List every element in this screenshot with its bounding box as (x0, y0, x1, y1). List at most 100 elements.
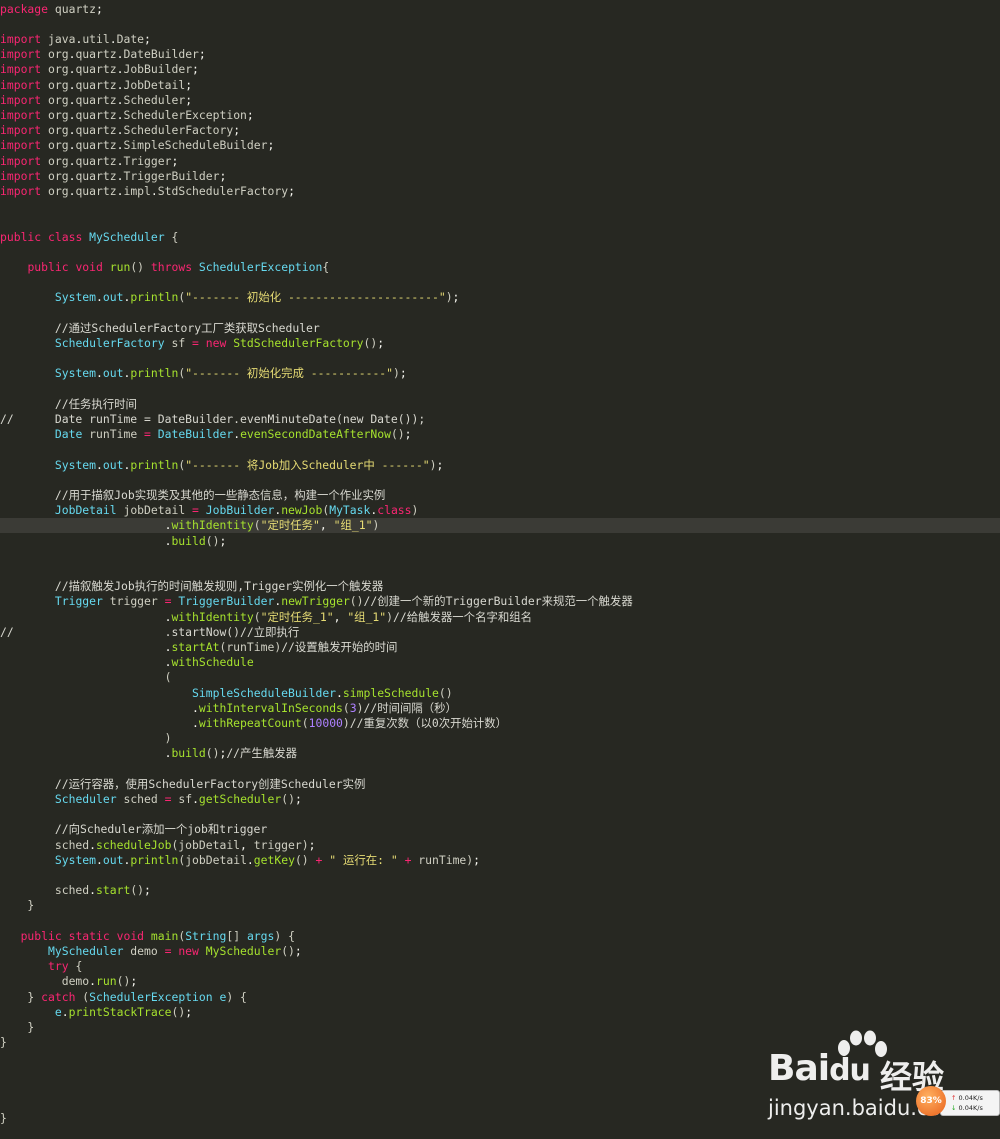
code-line[interactable] (0, 17, 1000, 32)
baidu-jingyan-watermark: Baidu 经验 jingyan.baidu.com (768, 1030, 1000, 1139)
code-token: System (54, 852, 97, 867)
code-token: quartz (75, 168, 117, 183)
code-token: withSchedule (171, 655, 254, 670)
code-line[interactable]: public void run() throws SchedulerExcept… (0, 260, 1000, 275)
code-token: //通过SchedulerFactory工厂类获取Scheduler (54, 320, 320, 335)
code-line[interactable]: //任务执行时间 (0, 397, 1000, 412)
speed-ball[interactable]: 83% (916, 1086, 946, 1116)
code-line[interactable]: // .startNow()//立即执行 (0, 625, 1000, 640)
code-line[interactable]: import java.util.Date; (0, 32, 1000, 47)
code-line[interactable] (0, 214, 1000, 229)
code-editor[interactable]: package quartz; import java.util.Date; imp… (0, 0, 1000, 1139)
code-line[interactable] (0, 868, 1000, 883)
code-token: out (102, 290, 124, 305)
code-line[interactable]: Date runTime = DateBuilder.evenSecondDat… (0, 427, 1000, 442)
code-line[interactable]: System.out.println("------- 初始化 --------… (0, 290, 1000, 305)
code-token: org (41, 168, 69, 183)
code-line[interactable]: ( (0, 670, 1000, 685)
code-token: org (41, 123, 69, 138)
code-token: MyScheduler (89, 229, 165, 244)
code-line[interactable]: JobDetail jobDetail = JobBuilder.newJob(… (0, 503, 1000, 518)
code-token: = (192, 335, 199, 350)
code-line[interactable]: public static void main(String[] args) { (0, 929, 1000, 944)
code-line[interactable]: .withIntervalInSeconds(3)//时间间隔（秒） (0, 701, 1000, 716)
code-line[interactable] (0, 351, 1000, 366)
code-line[interactable]: System.out.println("------- 初始化完成 ------… (0, 366, 1000, 381)
code-line[interactable]: .withIdentity("定时任务", "组_1") (0, 518, 1000, 534)
code-token: //给触发器一个名字和组名 (393, 609, 533, 624)
code-token: Trigger (54, 594, 103, 609)
code-line[interactable]: MyScheduler demo = new MyScheduler(); (0, 944, 1000, 959)
code-line[interactable]: import org.quartz.Scheduler; (0, 93, 1000, 108)
code-line[interactable]: } (0, 898, 1000, 913)
code-line[interactable]: .withSchedule (0, 655, 1000, 670)
code-line[interactable] (0, 382, 1000, 397)
code-line[interactable]: SimpleScheduleBuilder.simpleSchedule() (0, 686, 1000, 701)
code-line[interactable]: import org.quartz.SchedulerFactory; (0, 123, 1000, 138)
code-line[interactable]: import org.quartz.SchedulerException; (0, 108, 1000, 123)
code-token: trigger) (246, 837, 309, 852)
code-token: ; (171, 153, 179, 168)
code-token: () (281, 943, 295, 958)
code-token: TriggerBuilder (178, 594, 275, 609)
code-token: ; (294, 791, 302, 806)
code-line[interactable]: .withRepeatCount(10000)//重复次数（以0次开始计数） (0, 716, 1000, 731)
code-line[interactable]: sched.start(); (0, 883, 1000, 898)
code-line[interactable]: .build();//产生触发器 (0, 746, 1000, 761)
code-line[interactable] (0, 473, 1000, 488)
code-line[interactable]: ) (0, 731, 1000, 746)
code-line[interactable]: import org.quartz.JobDetail; (0, 78, 1000, 93)
code-token: org (41, 47, 69, 62)
code-line[interactable]: .withIdentity("定时任务_1", "组_1")//给触发器一个名字… (0, 610, 1000, 625)
code-line[interactable]: Scheduler sched = sf.getScheduler(); (0, 792, 1000, 807)
code-line[interactable]: .build(); (0, 534, 1000, 549)
code-token: throws (150, 259, 193, 274)
code-line[interactable] (0, 807, 1000, 822)
code-token: System (54, 457, 97, 472)
code-line[interactable]: // Date runTime = DateBuilder.evenMinute… (0, 412, 1000, 427)
code-line[interactable]: //用于描叙Job实现类及其他的一些静态信息，构建一个作业实例 (0, 488, 1000, 503)
code-token: Date (54, 427, 83, 442)
code-line[interactable]: e.printStackTrace(); (0, 1005, 1000, 1020)
code-token: sf (171, 791, 193, 806)
code-line[interactable]: System.out.println("------- 将Job加入Schedu… (0, 458, 1000, 473)
code-token: org (41, 62, 69, 77)
code-line[interactable] (0, 914, 1000, 929)
code-line[interactable]: try { (0, 959, 1000, 974)
code-line[interactable]: import org.quartz.DateBuilder; (0, 47, 1000, 62)
code-line[interactable]: import org.quartz.JobBuilder; (0, 62, 1000, 77)
code-token: ) (429, 457, 437, 472)
code-line[interactable] (0, 275, 1000, 290)
code-line[interactable]: //通过SchedulerFactory工厂类获取Scheduler (0, 321, 1000, 336)
code-line[interactable] (0, 564, 1000, 579)
code-line[interactable]: } catch (SchedulerException e) { (0, 990, 1000, 1005)
code-token: //时间间隔（秒） (363, 700, 457, 715)
code-line[interactable]: public class MyScheduler { (0, 230, 1000, 245)
code-line[interactable]: demo.run(); (0, 974, 1000, 989)
code-line[interactable] (0, 306, 1000, 321)
code-line[interactable] (0, 199, 1000, 214)
code-line[interactable]: //向Scheduler添加一个job和trigger (0, 822, 1000, 837)
code-line[interactable]: import org.quartz.SimpleScheduleBuilder; (0, 138, 1000, 153)
code-line[interactable] (0, 549, 1000, 564)
code-line[interactable]: package quartz; (0, 2, 1000, 17)
code-line[interactable]: //描叙触发Job执行的时间触发规则,Trigger实例化一个触发器 (0, 579, 1000, 594)
code-line[interactable] (0, 245, 1000, 260)
code-line[interactable]: .startAt(runTime)//设置触发开始的时间 (0, 640, 1000, 655)
code-line[interactable]: import org.quartz.TriggerBuilder; (0, 169, 1000, 184)
code-token: ; (452, 290, 460, 305)
code-line[interactable]: import org.quartz.Trigger; (0, 154, 1000, 169)
code-line[interactable] (0, 762, 1000, 777)
code-line[interactable]: sched.scheduleJob(jobDetail, trigger); (0, 838, 1000, 853)
code-line[interactable]: Trigger trigger = TriggerBuilder.newTrig… (0, 594, 1000, 609)
code-line[interactable]: SchedulerFactory sf = new StdSchedulerFa… (0, 336, 1000, 351)
network-speed-widget[interactable]: ↑ 0.04K/s ↓ 0.04K/s × 83% (916, 1086, 1000, 1116)
code-line[interactable]: System.out.println(jobDetail.getKey() + … (0, 853, 1000, 868)
code-line[interactable] (0, 442, 1000, 457)
code-line[interactable]: import org.quartz.impl.StdSchedulerFacto… (0, 184, 1000, 199)
code-line[interactable]: //运行容器，使用SchedulerFactory创建Scheduler实例 (0, 777, 1000, 792)
